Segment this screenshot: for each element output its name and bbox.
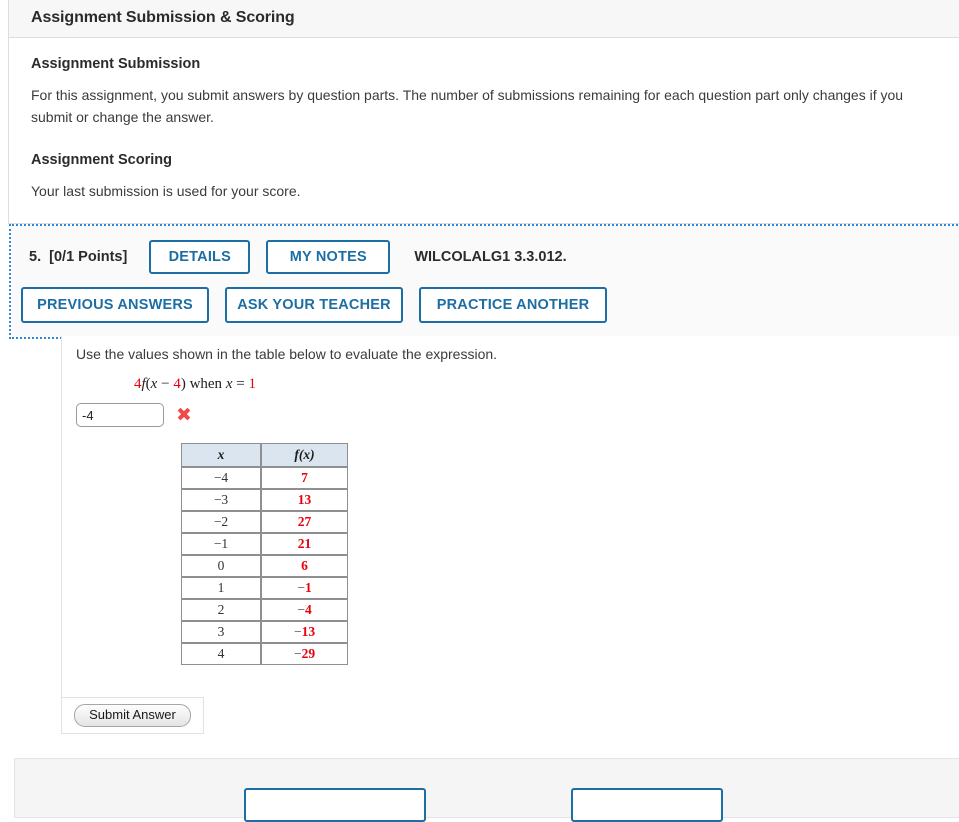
cell-fx: −29 (261, 643, 348, 665)
expression-inner-value: 4 (173, 376, 181, 392)
answer-row: ✖ (62, 393, 959, 427)
cell-fx-digits: 29 (301, 646, 316, 661)
values-table: x f(x) −4 7 −3 13 −2 27 −1 21 0 6 1 −1 2… (181, 443, 348, 665)
wrong-x-icon: ✖ (176, 403, 192, 426)
cell-x: −2 (181, 511, 261, 533)
submit-answer-button[interactable]: Submit Answer (74, 704, 191, 727)
table-header-x: x (181, 443, 261, 467)
table-row: −4 7 (181, 467, 348, 489)
my-notes-button[interactable]: MY NOTES (266, 240, 391, 274)
table-row: 0 6 (181, 555, 348, 577)
assignment-info-header: Assignment Submission & Scoring (9, 0, 959, 38)
cell-fx-sign: − (297, 580, 305, 595)
details-button[interactable]: DETAILS (149, 240, 251, 274)
question-body: Use the values shown in the table below … (61, 336, 959, 698)
previous-answers-button[interactable]: PREVIOUS ANSWERS (21, 287, 209, 323)
question-prompt: Use the values shown in the table below … (76, 346, 498, 362)
cell-fx: 13 (261, 489, 348, 511)
table-row: 4 −29 (181, 643, 348, 665)
cell-fx: 21 (261, 533, 348, 555)
assignment-info-panel: Assignment Submission & Scoring Assignme… (8, 0, 959, 225)
question-header-row-secondary: PREVIOUS ANSWERS ASK YOUR TEACHER PRACTI… (21, 287, 959, 323)
question-points: [0/1 Points] (49, 249, 128, 265)
cell-fx: 6 (261, 555, 348, 577)
cell-fx: 7 (261, 467, 348, 489)
bottom-button-right[interactable] (571, 788, 723, 822)
cell-fx-digits: 21 (297, 536, 312, 551)
assignment-scoring-text: Your last submission is used for your sc… (31, 183, 301, 200)
cell-fx: −1 (261, 577, 348, 599)
table-header-fx: f(x) (261, 443, 348, 467)
submit-answer-bar: Submit Answer (61, 697, 204, 734)
assignment-scoring-heading: Assignment Scoring (31, 152, 172, 169)
table-row: 1 −1 (181, 577, 348, 599)
cell-x: 3 (181, 621, 261, 643)
table-row: −2 27 (181, 511, 348, 533)
cell-fx-sign: − (293, 646, 302, 661)
question-number: 5. (29, 249, 42, 265)
question-header-row-primary: 5. [0/1 Points] DETAILS MY NOTES WILCOLA… (29, 240, 959, 274)
assignment-submission-heading: Assignment Submission (31, 56, 201, 72)
cell-x: 0 (181, 555, 261, 577)
values-table-body: −4 7 −3 13 −2 27 −1 21 0 6 1 −1 2 −4 3 −… (181, 467, 348, 665)
values-table-wrapper: x f(x) −4 7 −3 13 −2 27 −1 21 0 6 1 −1 2… (62, 427, 959, 665)
cell-fx-sign: − (293, 624, 302, 639)
table-row: 3 −13 (181, 621, 348, 643)
practice-another-button[interactable]: PRACTICE ANOTHER (419, 287, 607, 323)
expression-when-value: 1 (248, 376, 256, 392)
cell-x: 2 (181, 599, 261, 621)
table-header-row: x f(x) (181, 443, 348, 467)
cell-fx: 27 (261, 511, 348, 533)
question-expression: 4f(x − 4) when x = 1 (62, 362, 959, 393)
table-row: −1 21 (181, 533, 348, 555)
cell-fx-digits: 13 (297, 492, 312, 507)
cell-fx-digits: 4 (304, 602, 312, 617)
ask-your-teacher-button[interactable]: ASK YOUR TEACHER (225, 287, 403, 323)
assignment-info-body: Assignment Submission For this assignmen… (9, 38, 959, 223)
assignment-submission-text: For this assignment, you submit answers … (31, 87, 904, 125)
cell-fx-digits: 7 (301, 470, 308, 485)
question-number-and-points: 5. [0/1 Points] (29, 249, 127, 265)
table-row: −3 13 (181, 489, 348, 511)
cell-fx-digits: 1 (304, 580, 312, 595)
question-header-highlight: 5. [0/1 Points] DETAILS MY NOTES WILCOLA… (9, 224, 959, 339)
cell-fx-sign: − (297, 602, 305, 617)
question-code: WILCOLALG1 3.3.012. (414, 249, 567, 265)
bottom-button-left[interactable] (244, 788, 426, 822)
cell-x: −4 (181, 467, 261, 489)
table-row: 2 −4 (181, 599, 348, 621)
expression-variable: x (150, 376, 158, 392)
question-header: 5. [0/1 Points] DETAILS MY NOTES WILCOLA… (11, 226, 959, 337)
cell-x: −3 (181, 489, 261, 511)
cell-fx: −13 (261, 621, 348, 643)
expression-when-text: when (189, 376, 223, 392)
page-title: Assignment Submission & Scoring (31, 9, 295, 26)
cell-fx: −4 (261, 599, 348, 621)
cell-x: −1 (181, 533, 261, 555)
answer-input[interactable] (76, 403, 164, 427)
expression-close-paren: ) (180, 376, 186, 392)
expression-coefficient: 4 (134, 376, 142, 392)
cell-x: 1 (181, 577, 261, 599)
cell-x: 4 (181, 643, 261, 665)
expression-when-variable: x (225, 376, 233, 392)
cell-fx-digits: 6 (301, 558, 308, 573)
bottom-panel (14, 758, 959, 822)
expression-equals: = (236, 376, 245, 392)
cell-fx-digits: 27 (297, 514, 312, 529)
cell-fx-digits: 13 (301, 624, 316, 639)
expression-minus: − (161, 376, 170, 392)
